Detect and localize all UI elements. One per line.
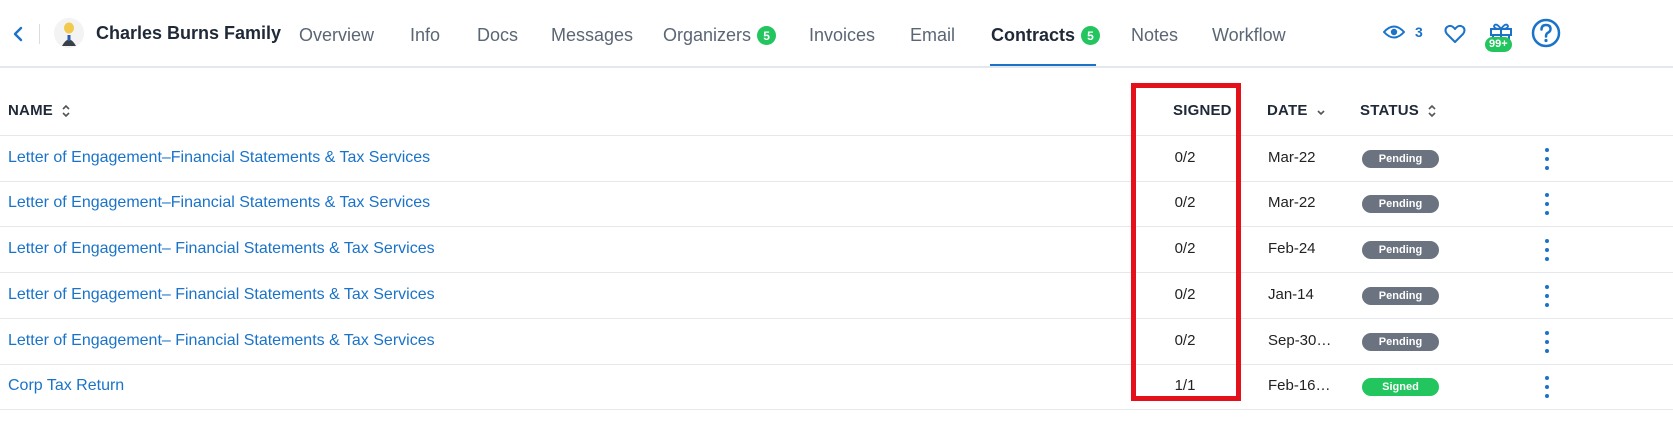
tab-label: Info [410, 25, 441, 45]
column-label: NAME [8, 102, 53, 119]
contract-date: Feb-24 [1268, 240, 1316, 257]
tab-label: Notes [1131, 25, 1179, 45]
signed-count: 0/2 [1174, 194, 1196, 211]
signed-count: 1/1 [1174, 377, 1196, 394]
contract-date: Jan-14 [1268, 286, 1314, 303]
gift-count-badge: 99+ [1485, 37, 1512, 52]
sort-icon [1428, 104, 1436, 117]
viewers-button[interactable]: 3 [1383, 24, 1423, 40]
table-row: Letter of Engagement– Financial Statemen… [0, 274, 1673, 319]
contract-name-link[interactable]: Letter of Engagement– Financial Statemen… [8, 332, 435, 350]
contract-name-link[interactable]: Letter of Engagement– Financial Statemen… [8, 240, 435, 258]
tab-email[interactable]: Email [910, 25, 955, 46]
tab-organizers[interactable]: Organizers 5 [663, 25, 777, 46]
contract-date: Mar-22 [1268, 194, 1316, 211]
status-badge: Signed [1362, 378, 1439, 396]
status-badge: Pending [1362, 241, 1439, 259]
contract-date: Feb-16… [1268, 377, 1331, 394]
divider [39, 24, 40, 44]
help-icon[interactable] [1531, 18, 1561, 48]
table-row: Letter of Engagement– Financial Statemen… [0, 228, 1673, 273]
column-label: DATE [1267, 102, 1308, 119]
table-row: Corp Tax Return 1/1 Feb-16… Signed [0, 365, 1673, 410]
avatar[interactable] [54, 18, 84, 48]
status-badge: Pending [1362, 150, 1439, 168]
client-name: Charles Burns Family [96, 23, 282, 43]
contract-date: Sep-30… [1268, 332, 1332, 349]
tab-overview[interactable]: Overview [299, 25, 374, 46]
tab-label: Contracts [991, 25, 1076, 45]
more-options-icon[interactable] [1540, 285, 1554, 307]
signed-count: 0/2 [1174, 332, 1196, 349]
contract-date: Mar-22 [1268, 149, 1316, 166]
column-header-name[interactable]: NAME [8, 102, 71, 119]
eye-icon [1383, 25, 1405, 39]
tab-contracts[interactable]: Contracts 5 [991, 25, 1101, 46]
tab-label: Workflow [1212, 25, 1286, 45]
count-badge: 5 [1081, 26, 1101, 45]
count-badge: 5 [757, 26, 777, 45]
column-label: SIGNED [1173, 102, 1232, 119]
tab-info[interactable]: Info [410, 25, 440, 46]
column-header-signed[interactable]: SIGNED [1173, 102, 1232, 119]
more-options-icon[interactable] [1540, 331, 1554, 353]
tab-invoices[interactable]: Invoices [809, 25, 875, 46]
tab-messages[interactable]: Messages [551, 25, 633, 46]
more-options-icon[interactable] [1540, 148, 1554, 170]
more-options-icon[interactable] [1540, 193, 1554, 215]
signed-count: 0/2 [1174, 286, 1196, 303]
tab-workflow[interactable]: Workflow [1212, 25, 1286, 46]
back-chevron-icon[interactable] [8, 22, 28, 46]
tab-label: Docs [477, 25, 519, 45]
tab-label: Messages [551, 25, 634, 45]
more-options-icon[interactable] [1540, 239, 1554, 261]
sort-icon [62, 104, 70, 117]
tab-notes[interactable]: Notes [1131, 25, 1178, 46]
tab-label: Overview [299, 25, 375, 45]
more-options-icon[interactable] [1540, 376, 1554, 398]
signed-count: 0/2 [1174, 240, 1196, 257]
column-header-date[interactable]: DATE [1267, 102, 1326, 119]
tab-docs[interactable]: Docs [477, 25, 518, 46]
status-badge: Pending [1362, 333, 1439, 351]
table-row: Letter of Engagement– Financial Statemen… [0, 320, 1673, 365]
status-badge: Pending [1362, 195, 1439, 213]
tab-label: Email [910, 25, 956, 45]
sort-desc-icon [1316, 109, 1325, 115]
viewers-count: 3 [1415, 24, 1423, 40]
tab-label: Invoices [809, 25, 876, 45]
contract-name-link[interactable]: Letter of Engagement– Financial Statemen… [8, 286, 435, 304]
column-label: STATUS [1360, 102, 1419, 119]
table-row: Letter of Engagement–Financial Statement… [0, 182, 1673, 227]
contract-name-link[interactable]: Letter of Engagement–Financial Statement… [8, 194, 430, 212]
status-badge: Pending [1362, 287, 1439, 305]
contract-name-link[interactable]: Letter of Engagement–Financial Statement… [8, 149, 430, 167]
column-header-status[interactable]: STATUS [1360, 102, 1437, 119]
tab-label: Organizers [663, 25, 752, 45]
table-header: NAME SIGNED DATE STATUS [0, 88, 1673, 136]
contract-name-link[interactable]: Corp Tax Return [8, 377, 124, 395]
table-row: Letter of Engagement–Financial Statement… [0, 137, 1673, 182]
top-nav-bar: Charles Burns Family Overview Info Docs … [0, 0, 1673, 68]
active-tab-indicator [990, 64, 1096, 66]
heart-icon[interactable] [1444, 24, 1466, 44]
signed-count: 0/2 [1174, 149, 1196, 166]
